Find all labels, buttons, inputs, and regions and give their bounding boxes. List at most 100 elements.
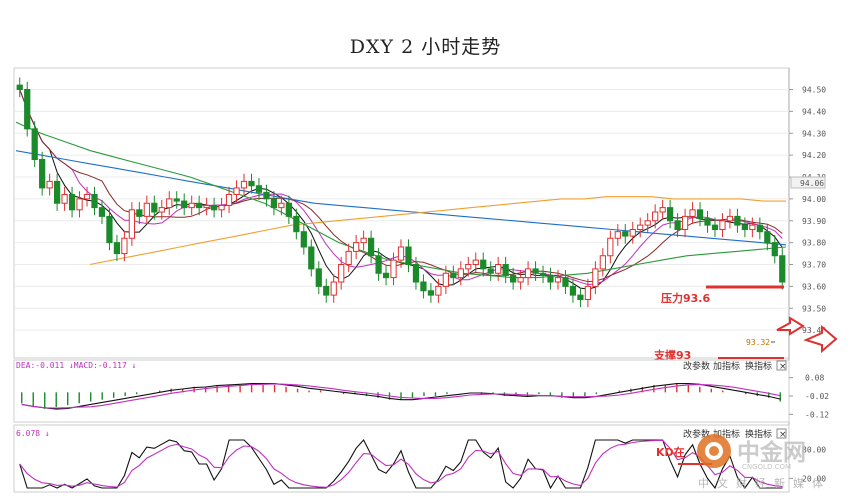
candle-body — [353, 242, 360, 252]
switch-indicator-button[interactable]: 换指标 — [745, 428, 772, 440]
main-y-ticks: 94.5094.4094.3094.2094.1094.0093.9093.80… — [789, 86, 826, 335]
last-price-label: 94.06 — [800, 179, 824, 188]
candle-body — [181, 200, 188, 209]
watermark-slogan: 中文财经新媒体 — [698, 476, 831, 490]
candle-body — [554, 277, 562, 283]
candle-body — [91, 194, 98, 209]
candle-body — [39, 159, 46, 189]
candle-body — [510, 274, 517, 283]
candle-body — [472, 259, 479, 265]
candle-body — [689, 209, 696, 217]
candle-body — [196, 202, 203, 209]
candle-body — [584, 285, 592, 300]
candle-body — [270, 198, 278, 209]
resistance-annotation: 压力93.6 — [661, 291, 710, 305]
candle-body — [659, 207, 666, 213]
candle-body — [487, 268, 494, 274]
candle-body — [667, 207, 674, 222]
candle-body — [704, 218, 711, 226]
candle-body — [121, 237, 128, 255]
candle-body — [652, 211, 659, 222]
candle-body — [577, 294, 584, 300]
params-button[interactable]: 改参数 — [683, 360, 710, 372]
candle-body — [741, 224, 748, 230]
y-tick-label: 93.80 — [802, 239, 826, 248]
candle-body — [405, 246, 412, 265]
close-icon[interactable]: × — [779, 362, 787, 372]
candle-body — [435, 285, 442, 296]
candle-body — [480, 259, 487, 270]
candle-body — [592, 268, 599, 287]
candle-body — [599, 255, 606, 270]
candle-body — [143, 202, 150, 217]
candle-body — [263, 191, 270, 200]
candle-body — [128, 209, 135, 239]
candle-body — [607, 237, 614, 257]
candle-body — [681, 215, 689, 230]
candle-body — [210, 204, 218, 211]
candle-body — [524, 268, 532, 279]
watermark: 中金网 CNGOLD.COM 中文财经新媒体 — [697, 434, 831, 490]
candle-body — [68, 194, 76, 211]
y-tick-label: 94.30 — [802, 129, 826, 138]
candle-body — [54, 180, 61, 204]
candle-body — [46, 180, 53, 189]
candle-body — [719, 220, 726, 230]
watermark-brand: 中金网 — [737, 439, 806, 466]
candle-body — [330, 281, 337, 296]
y-tick-label: 94.20 — [802, 151, 826, 160]
candle-body — [98, 207, 106, 217]
y-tick-label: 93.70 — [802, 261, 826, 270]
candle-body — [76, 198, 83, 211]
candle-body — [390, 259, 397, 279]
watermark-domain: CNGOLD.COM — [742, 463, 791, 471]
low-price-label: 93.32 — [746, 338, 770, 347]
candle-body — [323, 285, 330, 296]
switch-indicator-button[interactable]: 换指标 — [745, 360, 772, 372]
candle-body — [756, 224, 763, 233]
candle-body — [173, 198, 180, 202]
candle-body — [547, 274, 554, 283]
candle-body — [629, 229, 636, 237]
candle-body — [225, 194, 233, 206]
candle-body — [375, 255, 382, 274]
watermark-logo-core — [709, 446, 719, 456]
y-tick-label: 94.50 — [802, 86, 826, 95]
chart-svg: 94.5094.4094.3094.2094.1094.0093.9093.80… — [13, 67, 838, 493]
close-icon[interactable]: × — [779, 430, 787, 440]
candle-body — [397, 246, 405, 261]
candle-body — [771, 242, 778, 257]
candle-body — [106, 215, 113, 244]
candle-body — [315, 268, 322, 287]
candle-body — [203, 204, 210, 209]
candle-body — [83, 194, 91, 200]
candle-body — [442, 272, 449, 287]
add-indicator-button[interactable]: 加指标 — [713, 360, 740, 372]
candle-body — [637, 224, 644, 230]
candle-body — [278, 202, 285, 209]
candle-body — [158, 207, 165, 213]
candle-body — [779, 255, 786, 283]
candle-body — [539, 272, 547, 276]
candle-body — [218, 204, 225, 211]
candle-body — [457, 268, 464, 279]
candle-body — [24, 89, 31, 130]
candle-body — [622, 231, 629, 237]
candle-body — [569, 285, 577, 296]
macd-y-ticks: 0.08 -0.02 -0.12 — [789, 374, 829, 419]
y-tick-label: 93.60 — [802, 282, 826, 291]
candle-body — [338, 264, 345, 283]
candle-body — [345, 250, 352, 265]
candle-body — [450, 272, 457, 279]
candle-body — [300, 231, 307, 248]
candle-body — [749, 224, 756, 230]
candle-body — [562, 277, 569, 287]
candle-body — [764, 231, 771, 244]
candle-body — [360, 237, 367, 244]
candle-body — [16, 84, 23, 90]
candle-body — [166, 198, 173, 209]
candle-body — [532, 268, 539, 274]
candle-body — [233, 187, 240, 195]
candle-body — [308, 246, 315, 270]
candle-body — [726, 215, 734, 222]
